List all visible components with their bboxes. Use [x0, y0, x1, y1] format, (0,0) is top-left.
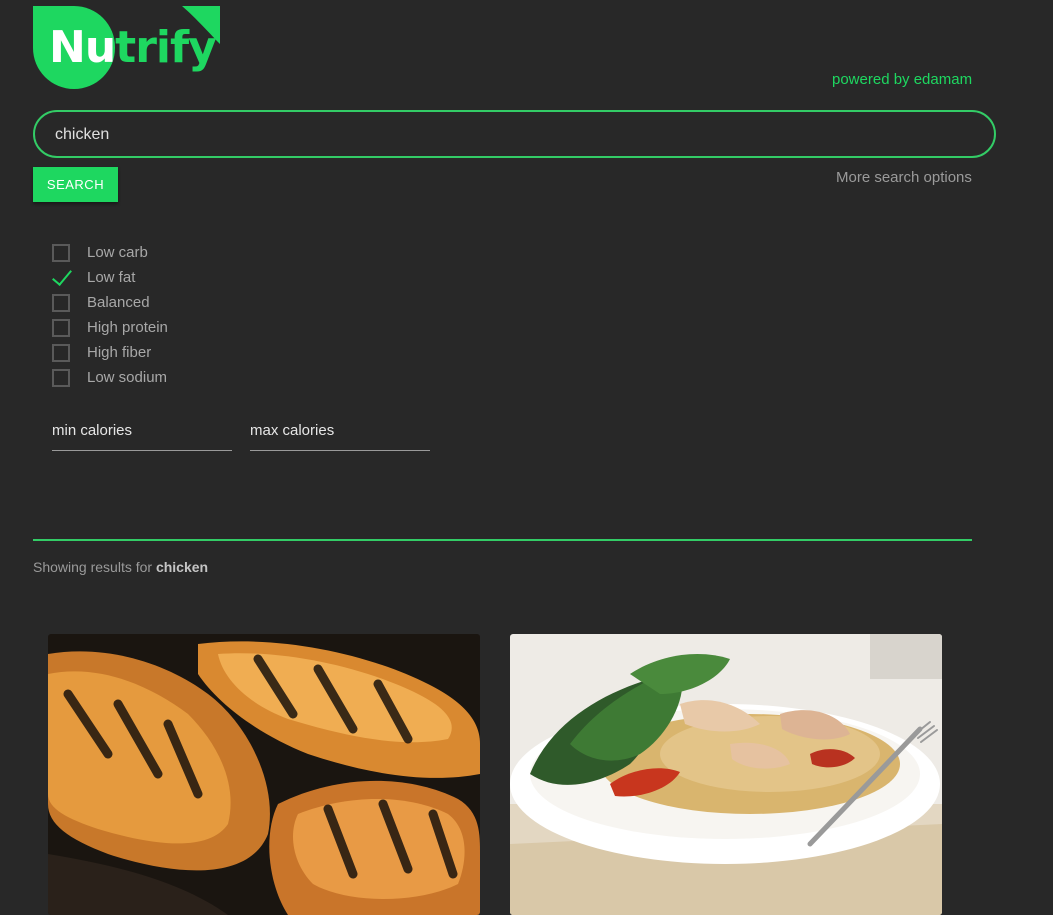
nutrify-logo[interactable]: Nutrify: [33, 6, 223, 90]
checkbox[interactable]: [52, 344, 70, 362]
checkbox[interactable]: [52, 369, 70, 387]
max-calories-input[interactable]: [250, 418, 430, 442]
checkbox[interactable]: [52, 244, 70, 262]
page: Nutrify powered by edamam SEARCH More se…: [0, 0, 1053, 915]
filter-low-fat[interactable]: Low fat: [52, 267, 252, 292]
filter-label: Low sodium: [87, 369, 168, 386]
search-input[interactable]: [55, 123, 955, 147]
powered-by-link[interactable]: powered by edamam: [832, 71, 972, 88]
couscous-salad-image[interactable]: [510, 634, 942, 915]
filter-label: Balanced: [87, 294, 150, 311]
search-button[interactable]: SEARCH: [33, 167, 118, 202]
checkbox[interactable]: [52, 294, 70, 312]
logo-text-part-a: Nu: [49, 22, 116, 73]
filter-label: Low carb: [87, 244, 148, 261]
logo-text: Nutrify: [49, 20, 217, 76]
filter-label: High fiber: [87, 344, 152, 361]
recipe-card[interactable]: [48, 634, 480, 915]
section-divider: [33, 539, 972, 541]
filter-low-sodium[interactable]: Low sodium: [52, 367, 252, 392]
min-calories-input[interactable]: [52, 418, 232, 442]
checkbox-checked[interactable]: [52, 269, 70, 287]
results-summary: Showing results for chicken: [33, 559, 208, 575]
diet-filter-list: Low carb Low fat Balanced High protein H…: [52, 242, 252, 392]
filter-low-carb[interactable]: Low carb: [52, 242, 252, 267]
filter-label: Low fat: [87, 269, 136, 286]
filter-high-protein[interactable]: High protein: [52, 317, 252, 342]
search-bar[interactable]: [33, 110, 996, 158]
min-calories-field[interactable]: [52, 418, 232, 451]
results-query: chicken: [155, 559, 209, 575]
grilled-chicken-image[interactable]: [48, 634, 480, 915]
checkbox[interactable]: [52, 319, 70, 337]
filter-balanced[interactable]: Balanced: [52, 292, 252, 317]
results-prefix: Showing results for: [33, 559, 153, 575]
more-search-options-link[interactable]: More search options: [836, 169, 972, 186]
logo-text-part-b: trify: [115, 22, 217, 73]
filter-label: High protein: [87, 319, 168, 336]
recipe-card[interactable]: [510, 634, 942, 915]
filter-high-fiber[interactable]: High fiber: [52, 342, 252, 367]
max-calories-field[interactable]: [250, 418, 430, 451]
